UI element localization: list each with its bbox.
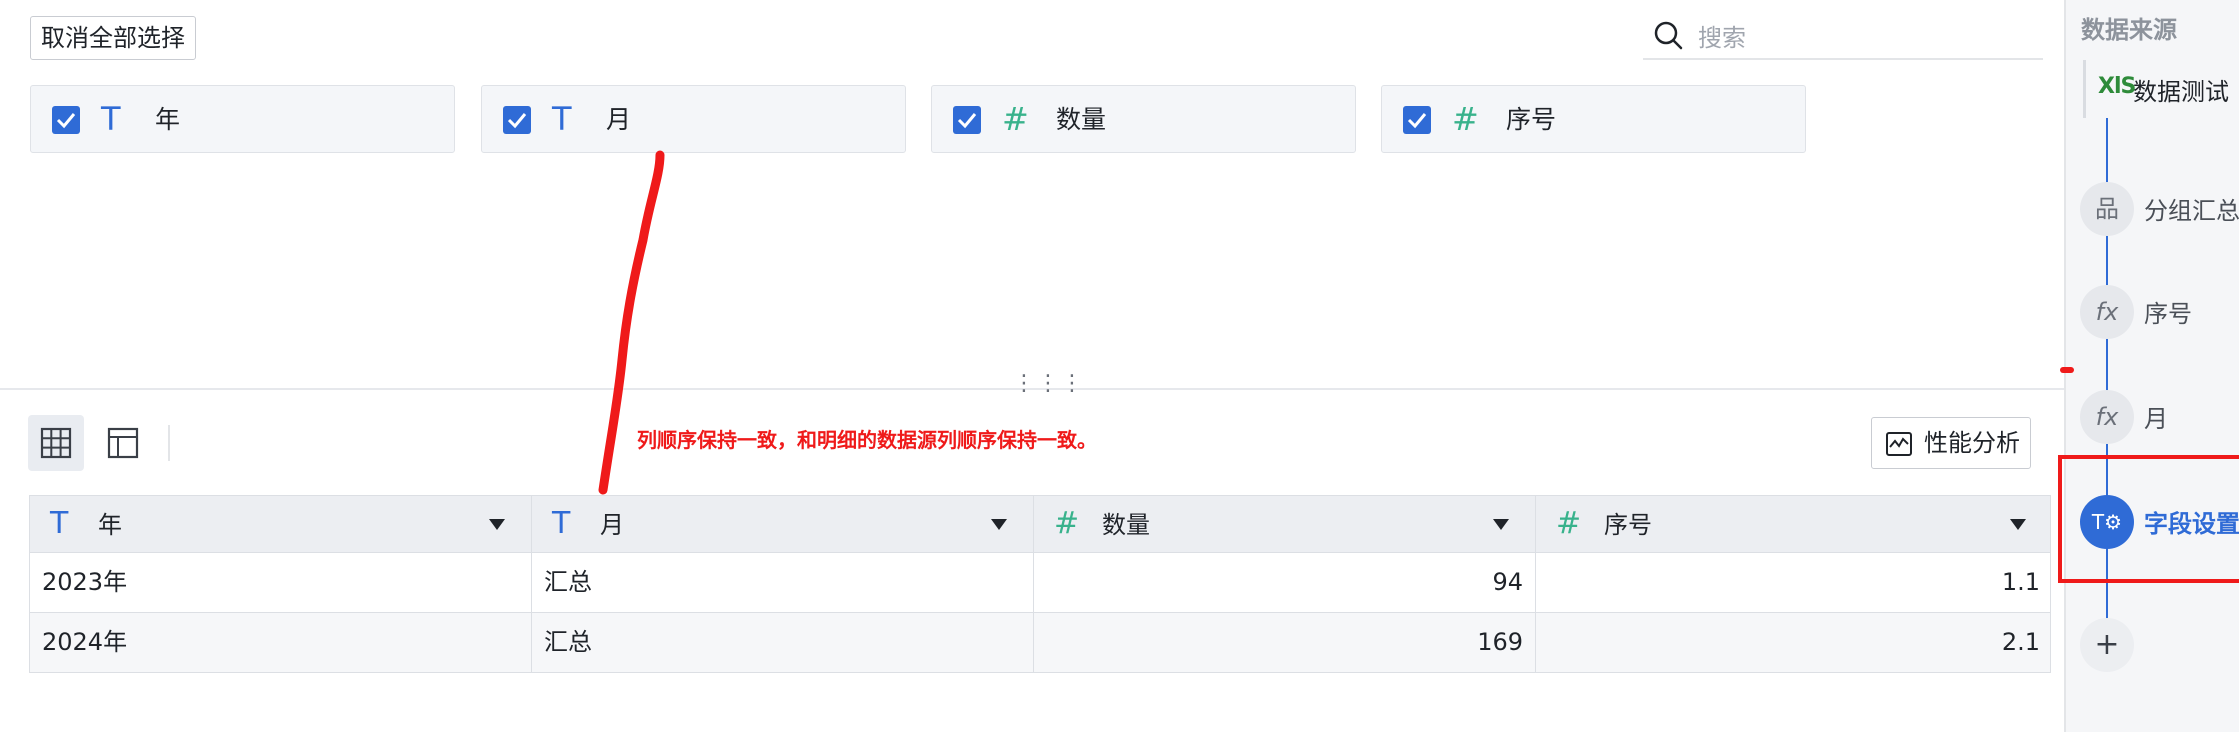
number-type-icon: #	[1452, 100, 1479, 138]
annotation-arrow-line	[598, 150, 665, 495]
field-card-serial[interactable]: # 序号	[1381, 85, 1806, 153]
column-header-quantity[interactable]: # 数量	[1034, 496, 1536, 552]
column-name: 数量	[1102, 511, 1150, 539]
formula-icon: fx	[2095, 403, 2119, 431]
data-source-item[interactable]: XlS 数据测试	[2083, 60, 2239, 118]
checkbox-checked-icon[interactable]	[1403, 106, 1431, 134]
table-cell: 1.1	[2001, 568, 2040, 596]
table-cell: 2023年	[30, 553, 532, 612]
panel-title: 数据来源	[2081, 16, 2177, 44]
column-header-serial[interactable]: # 序号	[1536, 496, 2052, 552]
chart-monitor-icon	[1886, 432, 1912, 456]
table-cell: 2.1	[2001, 628, 2040, 656]
group-icon: 品	[2095, 195, 2119, 223]
step-label[interactable]: 序号	[2144, 294, 2192, 329]
field-name: 序号	[1506, 105, 1557, 134]
table-cell: 2024年	[30, 613, 532, 672]
annotation-highlight-box	[2058, 455, 2239, 583]
search-input[interactable]: 搜索	[1643, 10, 2043, 60]
data-source-name: 数据测试	[2133, 78, 2229, 106]
checkbox-checked-icon[interactable]	[953, 106, 981, 134]
performance-analysis-label: 性能分析	[1924, 429, 2020, 457]
dropdown-arrow-icon[interactable]	[991, 519, 1007, 530]
text-type-icon: T	[552, 506, 571, 541]
column-header-month[interactable]: T 月	[532, 496, 1034, 552]
search-placeholder: 搜索	[1698, 24, 1746, 52]
field-card-quantity[interactable]: # 数量	[931, 85, 1356, 153]
step-node-group-summary[interactable]: 品	[2080, 182, 2134, 236]
step-node-formula-month[interactable]: fx	[2080, 390, 2134, 444]
formula-icon: fx	[2095, 298, 2119, 326]
plus-icon: +	[2094, 627, 2120, 662]
table-header-row: T 年 T 月 # 数量 # 序号	[29, 495, 2051, 553]
table-cell: 汇总	[532, 553, 1034, 612]
step-label[interactable]: 月	[2144, 399, 2168, 434]
column-name: 序号	[1604, 511, 1652, 539]
search-icon	[1654, 21, 1683, 50]
table-cell: 汇总	[532, 613, 1034, 672]
annotation-note: 列顺序保持一致，和明细的数据源列顺序保持一致。	[637, 428, 1097, 452]
resize-grip-icon[interactable]: ⋮⋮⋮	[1013, 373, 1085, 395]
column-name: 年	[98, 511, 122, 539]
number-type-icon: #	[1002, 100, 1029, 138]
excel-file-icon: XlS	[2098, 74, 2136, 99]
dropdown-arrow-icon[interactable]	[489, 519, 505, 530]
add-step-button[interactable]: +	[2080, 618, 2134, 672]
table-row: 2024年 汇总 169 2.1	[29, 613, 2051, 673]
annotation-mark	[2060, 367, 2074, 373]
step-node-formula-serial[interactable]: fx	[2080, 285, 2134, 339]
table-cell: 94	[1034, 553, 1536, 612]
number-type-icon: #	[1556, 506, 1582, 541]
performance-analysis-button[interactable]: 性能分析	[1871, 417, 2031, 469]
field-name: 数量	[1056, 105, 1107, 134]
column-header-year[interactable]: T 年	[30, 496, 532, 552]
table-cell: 169	[1034, 613, 1536, 672]
column-name: 月	[600, 511, 624, 539]
dropdown-arrow-icon[interactable]	[1493, 519, 1509, 530]
dropdown-arrow-icon[interactable]	[2010, 519, 2026, 530]
text-type-icon: T	[50, 506, 69, 541]
table-row: 2023年 汇总 94 1.1	[29, 553, 2051, 613]
step-label[interactable]: 分组汇总	[2144, 191, 2239, 226]
number-type-icon: #	[1054, 506, 1080, 541]
